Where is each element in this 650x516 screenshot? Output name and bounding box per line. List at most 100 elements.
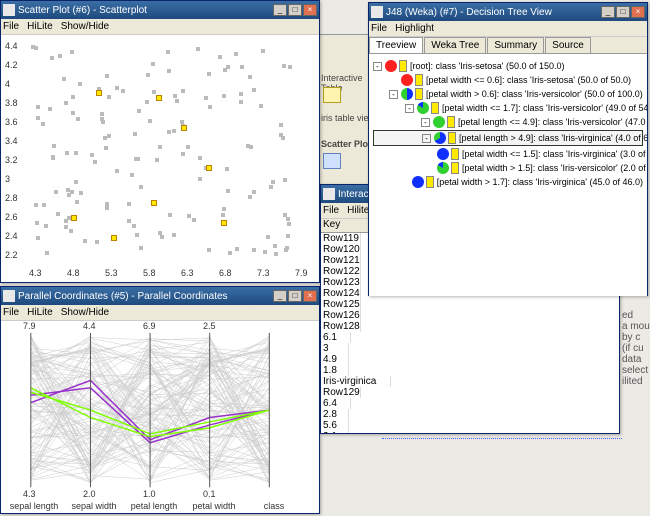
scatter-point xyxy=(181,152,185,156)
menu-showhide[interactable]: Show/Hide xyxy=(61,21,109,32)
scatter-point xyxy=(281,136,285,140)
menu-hilite[interactable]: Hilite xyxy=(347,205,369,216)
minimize-button[interactable]: _ xyxy=(273,290,287,302)
scatter-point xyxy=(107,134,111,138)
scatter-point xyxy=(64,101,68,105)
tree-node[interactable]: [petal width > 1.7]: class 'Iris-virgini… xyxy=(373,176,643,188)
scatter-point xyxy=(274,252,278,256)
bar-icon xyxy=(415,88,423,100)
table-row[interactable]: Row1296.42.85.62.1Iris-virginica xyxy=(321,387,619,433)
titlebar-j48[interactable]: J48 (Weka) (#7) - Decision Tree View _ □… xyxy=(369,3,647,21)
scatter-point xyxy=(101,120,105,124)
window-title: Parallel Coordinates (#5) - Parallel Coo… xyxy=(18,291,273,302)
pie-icon xyxy=(401,74,413,86)
maximize-button[interactable]: □ xyxy=(288,290,302,302)
tree-node[interactable]: - [root]: class 'Iris-setosa' (50.0 of 15… xyxy=(373,60,643,72)
table-row[interactable]: Row125 xyxy=(321,299,619,310)
table-row[interactable]: Row1286.134.91.8Iris-virginica xyxy=(321,321,619,387)
menu-showhide[interactable]: Show/Hide xyxy=(61,307,109,318)
expand-icon[interactable]: - xyxy=(405,104,414,113)
tree-node[interactable]: [petal width > 1.5]: class 'Iris-versico… xyxy=(373,162,643,174)
menubar-scatter: File HiLite Show/Hide xyxy=(1,19,319,35)
scatter-point xyxy=(67,216,71,220)
pie-icon xyxy=(417,102,429,114)
app-icon xyxy=(3,4,15,16)
close-button[interactable]: × xyxy=(303,4,317,16)
scatter-point xyxy=(127,219,131,223)
scatter-point xyxy=(105,202,109,206)
scatter-point xyxy=(133,132,137,136)
scatter-point xyxy=(166,50,170,54)
expand-icon[interactable]: - xyxy=(421,118,430,127)
scatter-point xyxy=(41,122,45,126)
pc-bottom-value: 0.1 xyxy=(203,489,216,499)
scatter-point xyxy=(95,240,99,244)
cell-key: Row124 xyxy=(321,288,361,299)
minimize-button[interactable]: _ xyxy=(601,6,615,18)
expand-icon[interactable]: - xyxy=(373,62,382,71)
expand-icon[interactable]: - xyxy=(389,90,398,99)
scatter-point xyxy=(207,248,211,252)
parallel-canvas[interactable]: 7.94.46.92.54.32.01.00.1sepal lengthsepa… xyxy=(1,321,319,513)
expand-icon[interactable]: - xyxy=(422,134,431,143)
tree-view[interactable]: - [root]: class 'Iris-setosa' (50.0 of 15… xyxy=(369,54,647,296)
titlebar-scatterplot[interactable]: Scatter Plot (#6) - Scatterplot _ □ × xyxy=(1,1,319,19)
scatter-point xyxy=(239,92,243,96)
menu-file[interactable]: File xyxy=(371,23,387,34)
tab-source[interactable]: Source xyxy=(545,37,591,53)
scatter-point-highlighted xyxy=(181,125,187,131)
menu-hilite[interactable]: HiLite xyxy=(27,21,53,32)
scatter-point xyxy=(127,202,131,206)
maximize-button[interactable]: □ xyxy=(288,4,302,16)
pc-top-value: 7.9 xyxy=(23,321,36,331)
minimize-button[interactable]: _ xyxy=(273,4,287,16)
scatter-point xyxy=(71,111,75,115)
y-tick: 4.2 xyxy=(5,60,18,70)
menu-hilite[interactable]: HiLite xyxy=(27,307,53,318)
node-label: [root]: class 'Iris-setosa' (50.0 of 150… xyxy=(410,61,565,71)
close-button[interactable]: × xyxy=(631,6,645,18)
table-row[interactable]: Row126 xyxy=(321,310,619,321)
scatter-point xyxy=(271,180,275,184)
tree-node[interactable]: [petal width <= 0.6]: class 'Iris-setosa… xyxy=(373,74,643,86)
tree-node[interactable]: -[petal width <= 1.7]: class 'Iris-versi… xyxy=(373,102,643,114)
tab-summary[interactable]: Summary xyxy=(487,37,544,53)
maximize-button[interactable]: □ xyxy=(616,6,630,18)
menu-file[interactable]: File xyxy=(3,307,19,318)
tab-treeview[interactable]: Treeview xyxy=(369,37,423,53)
scatter-point xyxy=(44,224,48,228)
menu-highlight[interactable]: Highlight xyxy=(395,23,434,34)
scatter-point xyxy=(130,173,134,177)
pie-icon xyxy=(437,148,449,160)
cell: 5.6 xyxy=(321,420,349,431)
scatter-point xyxy=(263,250,267,254)
bar-icon xyxy=(448,132,456,144)
tree-node[interactable]: -[petal length <= 4.9]: class 'Iris-vers… xyxy=(373,116,643,128)
scatter-point xyxy=(158,231,162,235)
scatter-point-highlighted xyxy=(221,220,227,226)
scatterplot-canvas[interactable]: 4.44.243.83.63.43.232.82.62.42.2 4.34.85… xyxy=(1,35,319,282)
tab-wekatree[interactable]: Weka Tree xyxy=(424,37,486,53)
scatter-point xyxy=(186,145,190,149)
scatter-point xyxy=(222,94,226,98)
column-header-key[interactable]: Key xyxy=(321,219,369,232)
tree-node[interactable]: [petal width <= 1.5]: class 'Iris-virgin… xyxy=(373,148,643,160)
node-label: [petal width > 1.5]: class 'Iris-versico… xyxy=(462,163,647,173)
cell-key: Row122 xyxy=(321,266,361,277)
tree-node[interactable]: -[petal width > 0.6]: class 'Iris-versic… xyxy=(373,88,643,100)
scatter-point xyxy=(239,100,243,104)
scatter-point xyxy=(105,206,109,210)
window-scatterplot: Scatter Plot (#6) - Scatterplot _ □ × Fi… xyxy=(0,0,320,283)
x-tick: 7.9 xyxy=(295,268,308,278)
menu-file[interactable]: File xyxy=(3,21,19,32)
menubar-parallel: File HiLite Show/Hide xyxy=(1,305,319,321)
titlebar-parallel[interactable]: Parallel Coordinates (#5) - Parallel Coo… xyxy=(1,287,319,305)
window-title: J48 (Weka) (#7) - Decision Tree View xyxy=(386,7,601,18)
tree-node[interactable]: -[petal length > 4.9]: class 'Iris-virgi… xyxy=(373,130,643,146)
scatter-point xyxy=(90,153,94,157)
scatter-point xyxy=(172,129,176,133)
menu-file[interactable]: File xyxy=(323,205,339,216)
close-button[interactable]: × xyxy=(303,290,317,302)
scatter-point xyxy=(273,244,277,248)
node-label: [petal width <= 1.5]: class 'Iris-virgin… xyxy=(462,149,647,159)
